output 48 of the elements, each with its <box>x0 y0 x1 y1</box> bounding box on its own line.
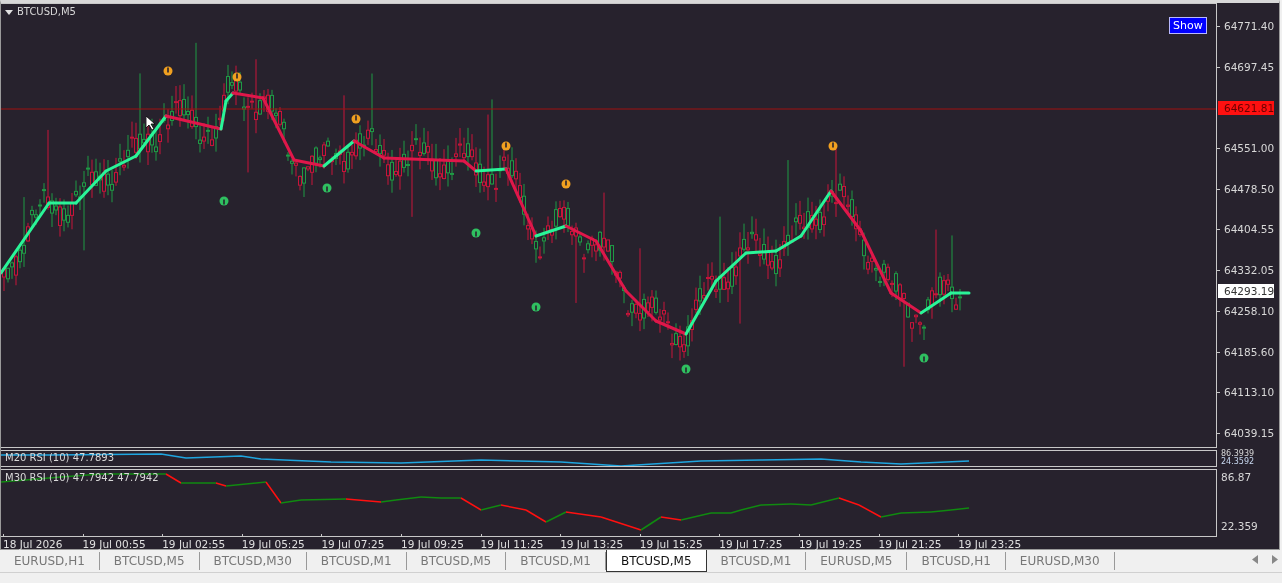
time-axis-label: 19 Jul 07:25 <box>321 537 401 553</box>
top-signal-icon <box>232 72 242 82</box>
bottom-signal-icon <box>322 183 332 193</box>
bottom-signal-icon <box>919 353 929 363</box>
time-axis-label: 19 Jul 21:25 <box>878 537 959 553</box>
price-axis-label: 64185.60 <box>1217 344 1279 359</box>
last-price-label: 64293.19 <box>1218 284 1274 298</box>
top-signal-icon <box>561 179 571 189</box>
top-signal-icon <box>501 141 511 151</box>
top-signal-icon <box>163 66 173 76</box>
bottom-signal-icon <box>681 364 691 374</box>
indicator-scale-label: 22.359 <box>1221 520 1259 533</box>
price-line-label: 64621.81 <box>1218 101 1274 115</box>
time-axis-label: 19 Jul 11:25 <box>480 537 561 553</box>
price-axis-label: 64258.10 <box>1217 303 1279 318</box>
top-signal-icon <box>351 114 361 124</box>
dropdown-triangle-icon[interactable] <box>5 10 13 15</box>
chart-tab[interactable]: BTCUSD,M5 <box>605 550 707 572</box>
indicator-scale-label: 86.3939 <box>1221 450 1255 458</box>
show-button[interactable]: Show <box>1169 17 1207 34</box>
time-axis-label: 19 Jul 02:55 <box>162 537 242 553</box>
bottom-signal-icon <box>471 228 481 238</box>
time-axis-label: 18 Jul 2026 <box>3 537 83 553</box>
price-axis-label: 64039.15 <box>1217 425 1279 440</box>
price-axis-label: 64771.40 <box>1217 19 1279 33</box>
time-axis-label: 19 Jul 09:25 <box>400 537 481 553</box>
price-axis-label: 64478.50 <box>1217 181 1279 196</box>
time-axis-label: 19 Jul 15:25 <box>639 537 720 553</box>
time-axis-label: 19 Jul 05:25 <box>241 537 322 553</box>
price-axis-label: 64697.45 <box>1217 59 1279 74</box>
price-axis-label: 64404.55 <box>1217 222 1279 237</box>
price-axis-label: 64113.10 <box>1217 385 1279 400</box>
bottom-signal-icon <box>531 302 541 312</box>
time-axis-label: 19 Jul 19:25 <box>798 537 879 553</box>
bottom-signal-icon <box>219 196 229 206</box>
time-axis-label: 19 Jul 17:25 <box>719 537 799 553</box>
indicator-scale-label: 86.87 <box>1221 471 1253 484</box>
time-axis-label: 19 Jul 13:25 <box>560 537 640 553</box>
time-axis-label: 19 Jul 00:55 <box>82 537 163 553</box>
time-axis-label: 19 Jul 23:25 <box>958 537 1038 553</box>
indicator-scale-label: 24.3592 <box>1221 458 1255 466</box>
scroll-left-icon[interactable] <box>1252 555 1258 564</box>
top-signal-icon <box>828 141 838 151</box>
price-axis-label: 64332.05 <box>1217 263 1279 278</box>
mouse-cursor-icon <box>146 116 156 131</box>
scroll-right-icon[interactable] <box>1272 555 1278 564</box>
chart-title: BTCUSD,M5 <box>17 6 76 17</box>
price-axis-label: 64551.00 <box>1217 141 1279 156</box>
